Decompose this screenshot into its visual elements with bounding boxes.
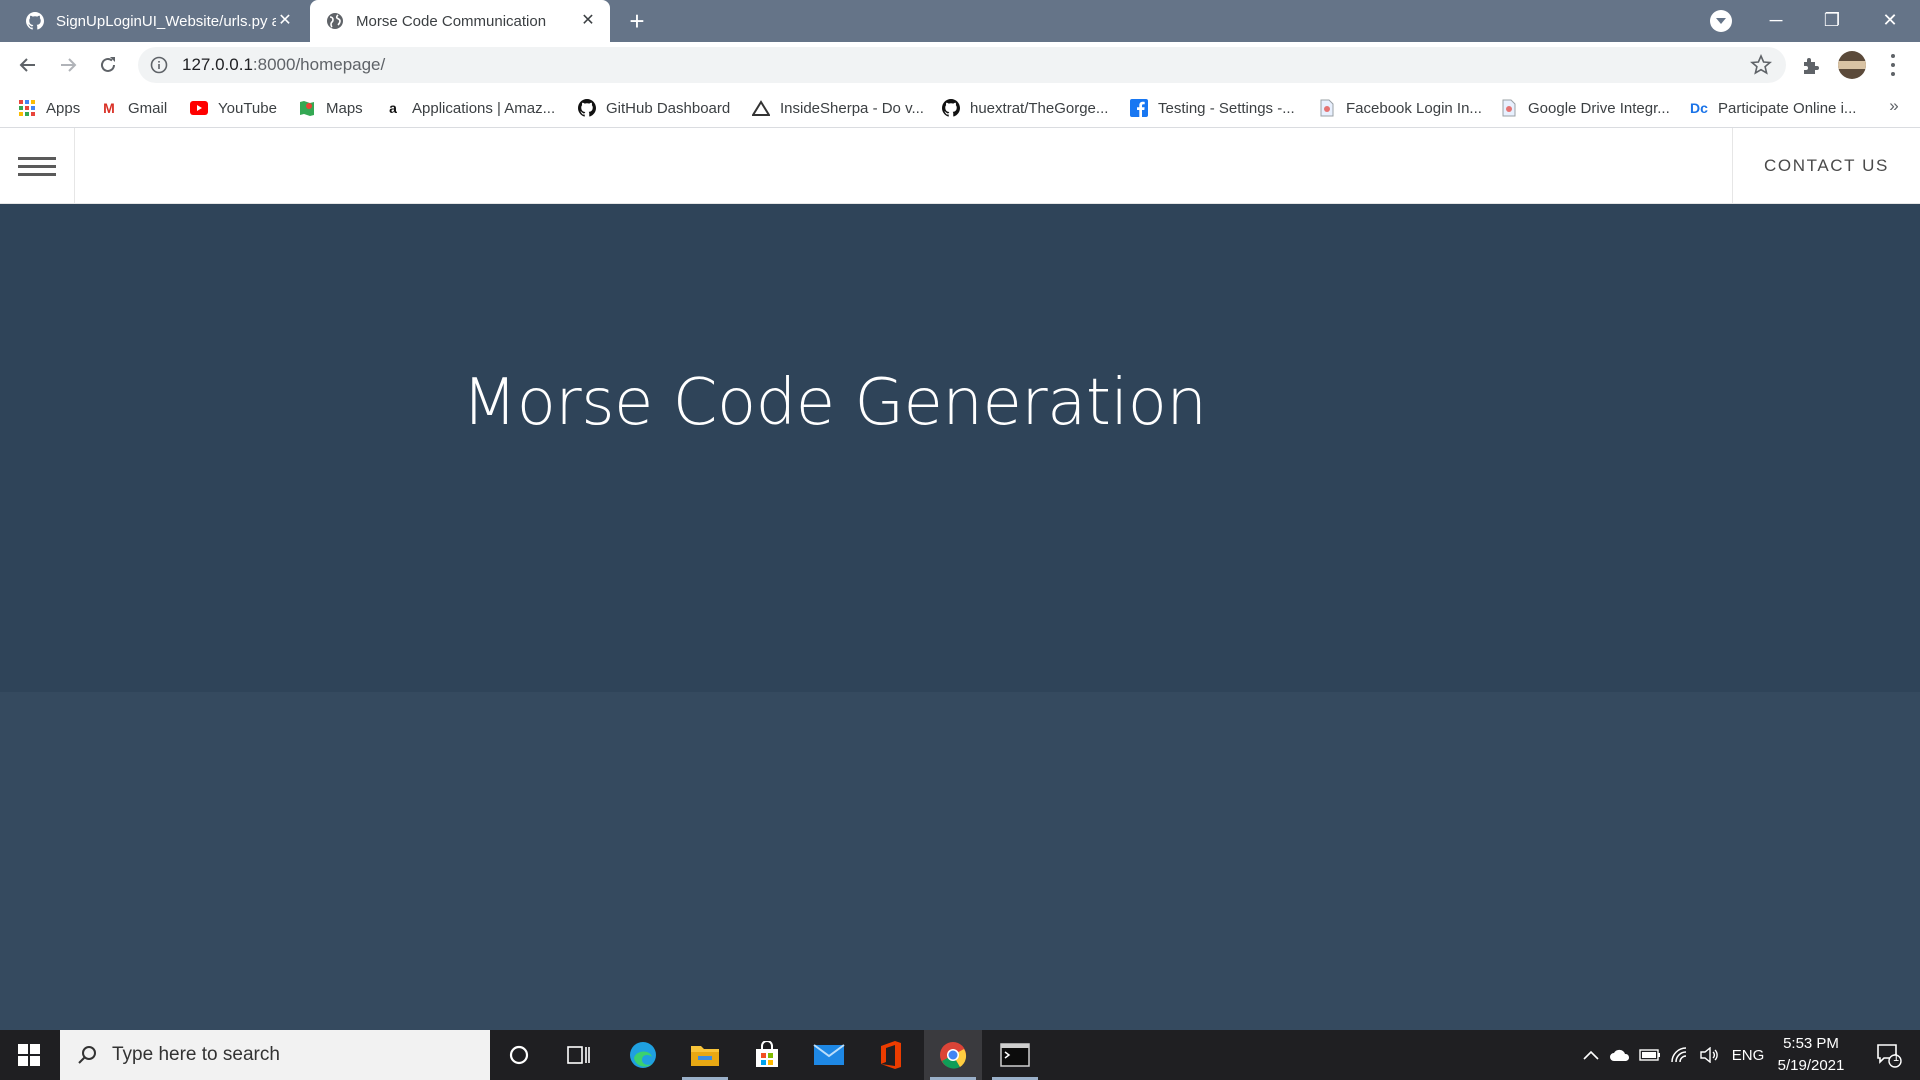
bookmark-youtube[interactable]: YouTube xyxy=(190,88,277,128)
github-icon xyxy=(942,99,960,117)
bookmark-label: YouTube xyxy=(218,99,277,117)
tab-signup-urls[interactable]: SignUpLoginUI_Website/urls.py at ✕ xyxy=(0,0,307,42)
url-host: 127.0.0.1 xyxy=(182,55,253,74)
github-icon xyxy=(26,12,44,30)
back-icon[interactable] xyxy=(12,49,44,81)
bookmark-facebook-login[interactable]: Facebook Login In... xyxy=(1318,88,1482,128)
windows-taskbar: Type here to search ENG 5:53 PM 5/19/202… xyxy=(0,1030,1920,1080)
bookmark-apps[interactable]: Apps xyxy=(18,88,80,128)
address-bar[interactable]: 127.0.0.1:8000/homepage/ xyxy=(138,47,1786,83)
bookmark-star-icon[interactable] xyxy=(1750,54,1772,76)
hero-title: Morse Code Generation xyxy=(462,366,1207,440)
amazon-icon: a xyxy=(389,100,397,116)
bookmark-insidesherpa[interactable]: InsideSherpa - Do v... xyxy=(752,88,924,128)
bookmark-gmail[interactable]: M Gmail xyxy=(100,88,167,128)
url-path: :8000/homepage/ xyxy=(252,55,386,74)
extensions-icon[interactable] xyxy=(1800,54,1822,76)
gmail-icon: M xyxy=(103,100,115,116)
clock-time: 5:53 PM xyxy=(1783,1035,1839,1052)
dc-icon: Dc xyxy=(1690,100,1708,116)
search-icon xyxy=(78,1046,96,1064)
bookmark-amazon[interactable]: a Applications | Amaz... xyxy=(384,88,555,128)
url-text: 127.0.0.1:8000/homepage/ xyxy=(182,55,385,75)
bookmark-huextrat[interactable]: huextrat/TheGorge... xyxy=(942,88,1108,128)
profile-avatar[interactable] xyxy=(1838,51,1866,79)
onedrive-icon[interactable] xyxy=(1606,1030,1634,1080)
restore-icon[interactable]: ❐ xyxy=(1808,0,1856,40)
notification-count: 1 xyxy=(1893,1052,1900,1064)
wifi-icon[interactable] xyxy=(1666,1030,1694,1080)
content-section xyxy=(0,692,1920,1030)
hero-section: Morse Code Generation xyxy=(0,204,1920,692)
file-explorer-icon[interactable] xyxy=(676,1030,734,1080)
bookmark-label: Maps xyxy=(326,99,363,117)
clock[interactable]: 5:53 PM 5/19/2021 xyxy=(1766,1030,1856,1080)
browser-toolbar: 127.0.0.1:8000/homepage/ xyxy=(0,42,1920,88)
task-view-icon[interactable] xyxy=(550,1030,608,1080)
site-navbar: CONTACT US xyxy=(0,128,1920,204)
terminal-icon[interactable] xyxy=(986,1030,1044,1080)
doc-icon xyxy=(1318,99,1336,117)
facebook-icon xyxy=(1130,99,1148,117)
edge-icon[interactable] xyxy=(614,1030,672,1080)
close-icon[interactable]: ✕ xyxy=(275,11,295,31)
more-menu-icon[interactable] xyxy=(1882,52,1904,78)
info-icon[interactable] xyxy=(150,56,168,74)
clock-date: 5/19/2021 xyxy=(1777,1057,1845,1074)
globe-icon xyxy=(327,13,343,29)
chrome-icon[interactable] xyxy=(924,1030,982,1080)
language-indicator[interactable]: ENG xyxy=(1728,1030,1768,1080)
bookmark-label: Google Drive Integr... xyxy=(1528,99,1670,117)
browser-tab-strip: SignUpLoginUI_Website/urls.py at ✕ Morse… xyxy=(0,0,1920,42)
reload-icon[interactable] xyxy=(92,49,124,81)
cortana-icon[interactable] xyxy=(490,1030,548,1080)
youtube-icon xyxy=(190,99,208,117)
tab-morse-code[interactable]: Morse Code Communication ✕ xyxy=(310,0,610,42)
store-icon[interactable] xyxy=(738,1030,796,1080)
hamburger-menu-icon[interactable] xyxy=(0,128,75,204)
bookmark-label: Participate Online i... xyxy=(1718,99,1857,117)
windows-start-icon[interactable] xyxy=(0,1030,58,1080)
bookmark-maps[interactable]: Maps xyxy=(298,88,363,128)
bookmark-label: Facebook Login In... xyxy=(1346,99,1482,117)
maps-icon xyxy=(298,99,316,117)
insidesherpa-icon xyxy=(752,99,770,117)
bookmark-participate-online[interactable]: Dc Participate Online i... xyxy=(1690,88,1856,128)
contact-us-link[interactable]: CONTACT US xyxy=(1732,128,1920,204)
bookmarks-bar: Apps M Gmail YouTube Maps a Applications… xyxy=(0,88,1920,128)
search-placeholder: Type here to search xyxy=(112,1044,280,1065)
office-icon[interactable] xyxy=(862,1030,920,1080)
new-tab-button[interactable]: + xyxy=(622,6,652,36)
taskbar-search-box[interactable]: Type here to search xyxy=(60,1030,490,1080)
tab-title: SignUpLoginUI_Website/urls.py at xyxy=(56,12,276,30)
mail-icon[interactable] xyxy=(800,1030,858,1080)
bookmark-github-dashboard[interactable]: GitHub Dashboard xyxy=(578,88,730,128)
tab-search-icon[interactable] xyxy=(1710,10,1732,32)
minimize-icon[interactable]: ─ xyxy=(1752,0,1800,40)
close-icon[interactable]: ✕ xyxy=(578,11,598,31)
show-hidden-icons-icon[interactable] xyxy=(1578,1030,1604,1080)
github-icon xyxy=(578,99,596,117)
bookmark-google-drive[interactable]: Google Drive Integr... xyxy=(1500,88,1670,128)
notifications-icon[interactable]: 1 xyxy=(1864,1030,1914,1080)
bookmark-label: GitHub Dashboard xyxy=(606,99,731,117)
bookmark-label: Apps xyxy=(46,99,81,117)
forward-icon[interactable] xyxy=(52,49,84,81)
bookmarks-overflow-icon[interactable]: » xyxy=(1884,96,1904,120)
bookmark-label: Applications | Amaz... xyxy=(412,99,556,117)
tab-title: Morse Code Communication xyxy=(356,12,547,30)
battery-icon[interactable] xyxy=(1636,1030,1664,1080)
bookmark-testing-settings[interactable]: Testing - Settings -... xyxy=(1130,88,1295,128)
volume-icon[interactable] xyxy=(1696,1030,1724,1080)
bookmark-label: huextrat/TheGorge... xyxy=(970,99,1109,117)
window-close-icon[interactable]: ✕ xyxy=(1866,0,1914,40)
bookmark-label: InsideSherpa - Do v... xyxy=(780,99,924,117)
doc-icon xyxy=(1500,99,1518,117)
bookmark-label: Testing - Settings -... xyxy=(1158,99,1295,117)
apps-grid-icon xyxy=(18,99,36,117)
bookmark-label: Gmail xyxy=(128,99,168,117)
